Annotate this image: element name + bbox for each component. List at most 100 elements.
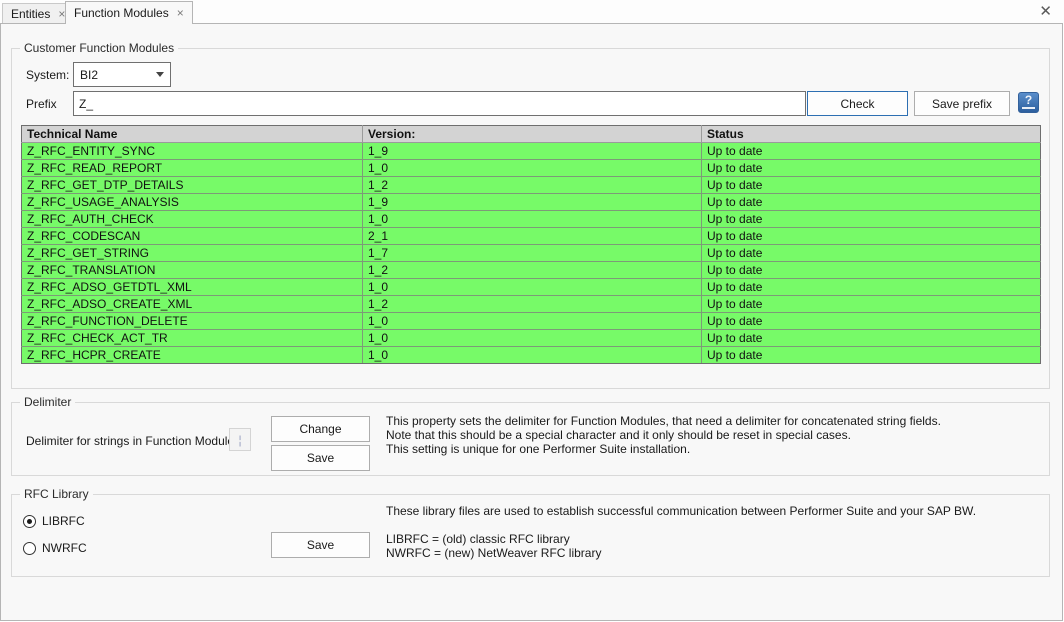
cell-version[interactable]: 1_0 bbox=[363, 330, 702, 347]
radio-nwrfc-label: NWRFC bbox=[42, 541, 87, 555]
function-modules-table: Technical Name Version: Status Z_RFC_ENT… bbox=[21, 125, 1041, 364]
cell-name[interactable]: Z_RFC_ADSO_CREATE_XML bbox=[22, 296, 363, 313]
tab-function-modules-close-icon[interactable]: × bbox=[177, 7, 184, 19]
delimiter-description-line1: This property sets the delimiter for Fun… bbox=[386, 414, 941, 428]
system-dropdown-value: BI2 bbox=[80, 68, 156, 82]
delimiter-value-field[interactable]: ¦ bbox=[229, 428, 251, 451]
tab-function-modules[interactable]: Function Modules × bbox=[65, 1, 193, 24]
cell-name[interactable]: Z_RFC_TRANSLATION bbox=[22, 262, 363, 279]
save-prefix-button[interactable]: Save prefix bbox=[914, 91, 1010, 116]
table-row[interactable]: Z_RFC_ENTITY_SYNC1_9Up to date bbox=[22, 143, 1041, 160]
cell-name[interactable]: Z_RFC_CODESCAN bbox=[22, 228, 363, 245]
radio-librfc[interactable]: LIBRFC bbox=[23, 514, 85, 528]
cell-status[interactable]: Up to date bbox=[702, 211, 1041, 228]
check-button-label: Check bbox=[840, 97, 874, 111]
cell-status[interactable]: Up to date bbox=[702, 177, 1041, 194]
cell-name[interactable]: Z_RFC_ADSO_GETDTL_XML bbox=[22, 279, 363, 296]
cell-status[interactable]: Up to date bbox=[702, 143, 1041, 160]
table-row[interactable]: Z_RFC_HCPR_CREATE1_0Up to date bbox=[22, 347, 1041, 364]
table-row[interactable]: Z_RFC_TRANSLATION1_2Up to date bbox=[22, 262, 1041, 279]
table-row[interactable]: Z_RFC_CODESCAN2_1Up to date bbox=[22, 228, 1041, 245]
cell-status[interactable]: Up to date bbox=[702, 330, 1041, 347]
cell-name[interactable]: Z_RFC_ENTITY_SYNC bbox=[22, 143, 363, 160]
delimiter-group-title: Delimiter bbox=[20, 395, 75, 409]
prefix-label: Prefix bbox=[26, 97, 57, 111]
radio-nwrfc[interactable]: NWRFC bbox=[23, 541, 87, 555]
delimiter-change-button[interactable]: Change bbox=[271, 416, 370, 442]
function-modules-panel: Customer Function Modules System: BI2 Pr… bbox=[0, 23, 1063, 621]
cell-version[interactable]: 1_0 bbox=[363, 313, 702, 330]
cell-name[interactable]: Z_RFC_CHECK_ACT_TR bbox=[22, 330, 363, 347]
tab-function-modules-label: Function Modules bbox=[74, 6, 169, 20]
cell-status[interactable]: Up to date bbox=[702, 296, 1041, 313]
prefix-input[interactable] bbox=[73, 91, 806, 116]
column-header-technical-name[interactable]: Technical Name bbox=[22, 126, 363, 143]
delimiter-description-line2: Note that this should be a special chara… bbox=[386, 428, 941, 442]
rfc-save-button-label: Save bbox=[307, 538, 334, 552]
help-icon[interactable]: ? bbox=[1018, 92, 1039, 113]
cell-status[interactable]: Up to date bbox=[702, 228, 1041, 245]
tab-entities-label: Entities bbox=[11, 7, 50, 21]
delimiter-description: This property sets the delimiter for Fun… bbox=[386, 414, 941, 456]
cell-name[interactable]: Z_RFC_USAGE_ANALYSIS bbox=[22, 194, 363, 211]
rfc-description: These library files are used to establis… bbox=[386, 504, 976, 560]
table-header-row: Technical Name Version: Status bbox=[22, 126, 1041, 143]
rfc-description-line1: These library files are used to establis… bbox=[386, 504, 976, 518]
cell-status[interactable]: Up to date bbox=[702, 313, 1041, 330]
rfc-save-button[interactable]: Save bbox=[271, 532, 370, 558]
cell-status[interactable]: Up to date bbox=[702, 160, 1041, 177]
check-button[interactable]: Check bbox=[807, 91, 908, 116]
cell-version[interactable]: 1_0 bbox=[363, 279, 702, 296]
window-close-icon[interactable]: ✕ bbox=[1039, 4, 1052, 19]
table-row[interactable]: Z_RFC_GET_STRING1_7Up to date bbox=[22, 245, 1041, 262]
cell-version[interactable]: 1_0 bbox=[363, 347, 702, 364]
cell-name[interactable]: Z_RFC_GET_DTP_DETAILS bbox=[22, 177, 363, 194]
cell-status[interactable]: Up to date bbox=[702, 194, 1041, 211]
rfc-description-line2: LIBRFC = (old) classic RFC library bbox=[386, 532, 976, 546]
cell-version[interactable]: 1_0 bbox=[363, 211, 702, 228]
table-row[interactable]: Z_RFC_AUTH_CHECK1_0Up to date bbox=[22, 211, 1041, 228]
cell-name[interactable]: Z_RFC_AUTH_CHECK bbox=[22, 211, 363, 228]
cell-status[interactable]: Up to date bbox=[702, 262, 1041, 279]
table-row[interactable]: Z_RFC_ADSO_CREATE_XML1_2Up to date bbox=[22, 296, 1041, 313]
table-row[interactable]: Z_RFC_ADSO_GETDTL_XML1_0Up to date bbox=[22, 279, 1041, 296]
cell-version[interactable]: 1_9 bbox=[363, 194, 702, 211]
cell-version[interactable]: 1_7 bbox=[363, 245, 702, 262]
column-header-version[interactable]: Version: bbox=[363, 126, 702, 143]
table-row[interactable]: Z_RFC_FUNCTION_DELETE1_0Up to date bbox=[22, 313, 1041, 330]
rfc-description-spacer bbox=[386, 518, 976, 532]
cell-name[interactable]: Z_RFC_HCPR_CREATE bbox=[22, 347, 363, 364]
cell-version[interactable]: 1_2 bbox=[363, 262, 702, 279]
tab-entities[interactable]: Entities × bbox=[2, 3, 74, 23]
cell-name[interactable]: Z_RFC_GET_STRING bbox=[22, 245, 363, 262]
chevron-down-icon bbox=[156, 72, 164, 77]
table-row[interactable]: Z_RFC_USAGE_ANALYSIS1_9Up to date bbox=[22, 194, 1041, 211]
cell-version[interactable]: 1_9 bbox=[363, 143, 702, 160]
help-icon-glyph: ? bbox=[1019, 93, 1038, 107]
cell-name[interactable]: Z_RFC_READ_REPORT bbox=[22, 160, 363, 177]
cell-status[interactable]: Up to date bbox=[702, 245, 1041, 262]
customer-group-title: Customer Function Modules bbox=[20, 41, 178, 55]
system-dropdown[interactable]: BI2 bbox=[73, 62, 171, 87]
delimiter-value: ¦ bbox=[238, 433, 241, 447]
column-header-status[interactable]: Status bbox=[702, 126, 1041, 143]
radio-librfc-label: LIBRFC bbox=[42, 514, 85, 528]
delimiter-save-button[interactable]: Save bbox=[271, 445, 370, 471]
delimiter-description-line3: This setting is unique for one Performer… bbox=[386, 442, 941, 456]
help-icon-bar bbox=[1022, 107, 1035, 109]
cell-status[interactable]: Up to date bbox=[702, 279, 1041, 296]
cell-version[interactable]: 1_2 bbox=[363, 177, 702, 194]
delimiter-save-button-label: Save bbox=[307, 451, 334, 465]
cell-name[interactable]: Z_RFC_FUNCTION_DELETE bbox=[22, 313, 363, 330]
cell-status[interactable]: Up to date bbox=[702, 347, 1041, 364]
table-row[interactable]: Z_RFC_CHECK_ACT_TR1_0Up to date bbox=[22, 330, 1041, 347]
cell-version[interactable]: 2_1 bbox=[363, 228, 702, 245]
delimiter-label: Delimiter for strings in Function Module… bbox=[26, 434, 240, 448]
radio-nwrfc-icon[interactable] bbox=[23, 542, 36, 555]
cell-version[interactable]: 1_2 bbox=[363, 296, 702, 313]
table-row[interactable]: Z_RFC_GET_DTP_DETAILS1_2Up to date bbox=[22, 177, 1041, 194]
table-row[interactable]: Z_RFC_READ_REPORT1_0Up to date bbox=[22, 160, 1041, 177]
rfc-library-group-title: RFC Library bbox=[20, 487, 93, 501]
cell-version[interactable]: 1_0 bbox=[363, 160, 702, 177]
radio-librfc-icon[interactable] bbox=[23, 515, 36, 528]
